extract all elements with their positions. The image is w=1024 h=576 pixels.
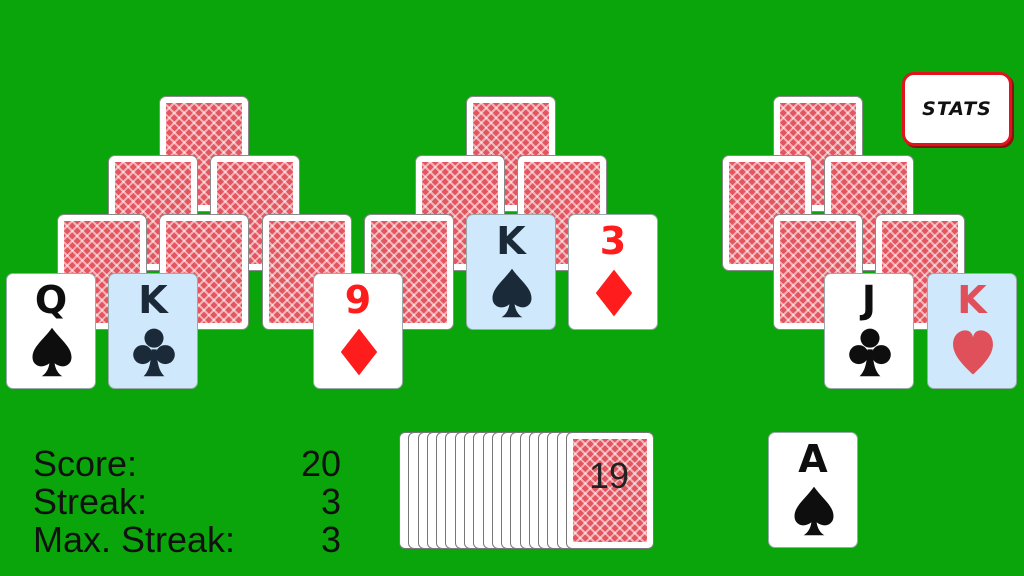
card-jack-of-clubs[interactable]: J [824, 273, 914, 389]
card-rank: Q [34, 278, 68, 322]
stats-button[interactable]: STATS [902, 72, 1012, 146]
heart-icon [951, 326, 995, 378]
card-rank: A [798, 437, 828, 481]
card-queen-of-spades[interactable]: Q [6, 273, 96, 389]
waste-card-ace-of-spades: A [768, 432, 858, 548]
streak-label: Streak: [33, 481, 148, 522]
card-rank: 9 [344, 278, 372, 322]
card-king-of-spades[interactable]: K [466, 214, 556, 330]
max-streak-row: Max. Streak: 3 [33, 521, 341, 559]
club-icon [848, 326, 892, 378]
streak-row: Streak: 3 [33, 483, 341, 521]
card-rank: K [138, 278, 168, 322]
club-icon [132, 326, 176, 378]
card-rank: K [957, 278, 987, 322]
score-panel: Score: 20 Streak: 3 Max. Streak: 3 [33, 445, 341, 559]
spade-icon [792, 485, 836, 537]
card-king-of-clubs[interactable]: K [108, 273, 198, 389]
card-rank: J [861, 278, 877, 322]
card-nine-of-diamonds[interactable]: 9 [313, 273, 403, 389]
diamond-icon [337, 326, 381, 378]
score-value: 20 [300, 443, 341, 484]
streak-value: 3 [320, 481, 341, 522]
card-rank: K [496, 219, 526, 263]
spade-icon [490, 267, 534, 319]
card-king-of-hearts[interactable]: K [927, 273, 1017, 389]
score-label: Score: [33, 443, 138, 484]
max-streak-value: 3 [320, 519, 341, 560]
card-three-of-diamonds[interactable]: 3 [568, 214, 658, 330]
spade-icon [30, 326, 74, 378]
diamond-icon [592, 267, 636, 319]
stock-count: 19 [588, 455, 630, 496]
score-row: Score: 20 [33, 445, 341, 483]
max-streak-label: Max. Streak: [33, 519, 236, 560]
card-rank: 3 [599, 219, 627, 263]
